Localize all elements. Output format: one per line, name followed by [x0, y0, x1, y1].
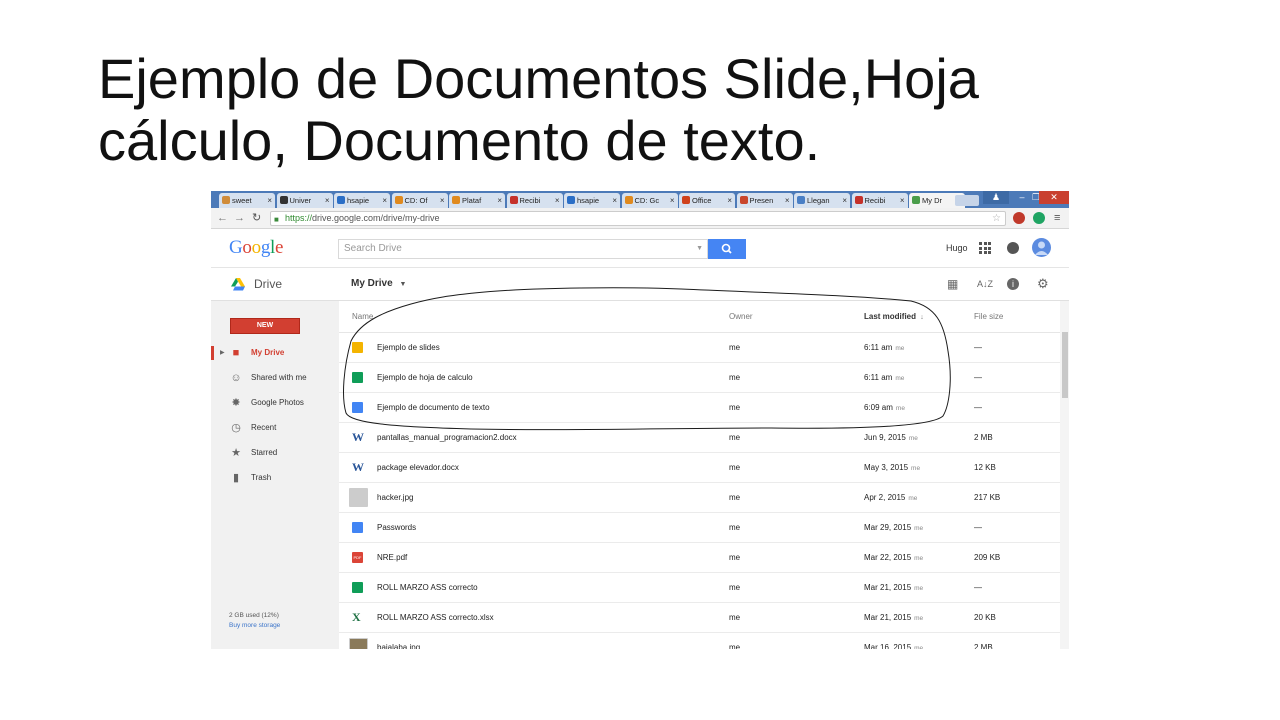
- slide-title: Ejemplo de Documentos Slide,Hoja cálculo…: [98, 48, 1098, 172]
- slide-title-line-1: Ejemplo de Documentos Slide,Hoja: [98, 47, 979, 110]
- slide-title-line-2: cálculo, Documento de texto.: [98, 109, 821, 172]
- drive-screenshot: sweet × Univer × hsapie × CD: Of × Plataf × Recibi…: [211, 191, 1069, 649]
- hand-drawn-ellipse-annotation: [343, 287, 951, 431]
